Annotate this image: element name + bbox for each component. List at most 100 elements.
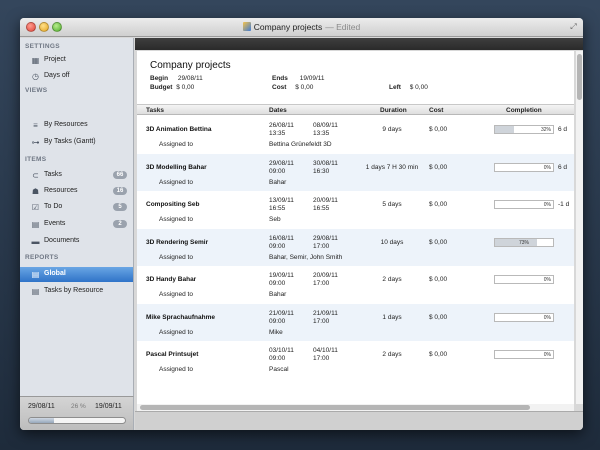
task-completion-bar: 0% — [494, 350, 554, 359]
sidebar-item-global[interactable]: ▤ Global — [20, 267, 133, 282]
task-end: 20/09/11 16:55 — [313, 197, 353, 213]
column-header-dates[interactable]: Dates — [269, 107, 287, 114]
clock-icon: ◷ — [32, 72, 39, 81]
content-footer — [135, 411, 583, 430]
tasks-count-badge: 66 — [113, 171, 127, 179]
sidebar-item-by-tasks-gantt[interactable]: ⊶ By Tasks (Gantt) — [20, 135, 133, 150]
report-icon: ▤ — [31, 287, 40, 296]
task-duration: 2 days — [382, 351, 402, 358]
task-end-date: 30/08/11 — [313, 159, 338, 167]
task-remaining: -1 d — [558, 201, 570, 208]
task-cost: $ 0,00 — [429, 313, 448, 321]
task-end-date: 29/08/11 — [313, 234, 338, 242]
task-completion-bar: 0% — [494, 200, 554, 209]
table-header: Tasks Dates Duration Cost Completion — [137, 104, 574, 115]
tree-icon: ⊶ — [31, 138, 40, 147]
task-start: 03/10/11 09:00 — [269, 347, 309, 363]
task-completion-text: 32% — [540, 127, 551, 133]
calendar-icon: ▤ — [31, 220, 40, 229]
vertical-scroll-thumb[interactable] — [577, 54, 582, 100]
table-row[interactable]: 3D Handy Bahar Assigned to 19/09/11 09:00 20… — [137, 266, 574, 303]
task-end-time: 17:00 — [313, 242, 330, 250]
task-assignees: Bettina Grünefeldt 3D — [269, 141, 332, 148]
task-start-time: 09:00 — [269, 355, 286, 362]
task-assignees: Mike — [269, 328, 283, 336]
task-start-time: 09:00 — [269, 317, 286, 325]
task-end-time: 13:35 — [313, 130, 330, 137]
task-name: 3D Handy Bahar — [146, 276, 197, 283]
sidebar-item-events[interactable]: ▤ Events 2 — [20, 217, 133, 232]
task-duration: 9 days — [382, 126, 402, 133]
meta-begin: Begin 29/08/11 — [150, 75, 203, 82]
task-cost: $ 0,00 — [429, 126, 448, 133]
task-duration: 2 days — [382, 276, 402, 283]
sidebar: SETTINGS ▦ Project ◷ Days off VIEWS ≡ By… — [20, 38, 134, 396]
column-header-tasks[interactable]: Tasks — [146, 107, 164, 114]
footer-start-date: 29/08/11 — [28, 403, 55, 410]
task-completion-text: 0% — [543, 202, 551, 208]
task-duration: 10 days — [380, 238, 404, 246]
task-assignees: Bahar — [269, 178, 287, 186]
task-start-date: 13/09/11 — [269, 197, 294, 204]
meta-budget: Budget $ 0,00 — [150, 84, 195, 91]
checkbox-icon: ☑ — [31, 203, 40, 212]
task-duration: 1 days 7 H 30 min — [365, 163, 419, 171]
table-row[interactable]: 3D Animation Bettina Assigned to 26/08/11 1… — [137, 116, 574, 153]
events-count-badge: 2 — [113, 220, 127, 228]
task-start: 29/08/11 09:00 — [269, 160, 309, 176]
vertical-scrollbar[interactable] — [576, 51, 583, 404]
task-end-time: 17:00 — [313, 280, 330, 287]
task-assignees: Pascal — [269, 366, 289, 373]
sidebar-item-days-off[interactable]: ◷ Days off — [20, 69, 133, 84]
task-end: 20/09/11 17:00 — [313, 272, 353, 288]
table-row[interactable]: 3D Modelling Bahar Assigned to 29/08/11 09:… — [137, 153, 574, 191]
table-row[interactable]: Mike Sprachaufnahme Assigned to 21/09/11 09… — [137, 303, 574, 341]
task-end-time: 16:30 — [313, 167, 330, 175]
horizontal-scroll-thumb[interactable] — [140, 405, 530, 410]
column-header-duration[interactable]: Duration — [380, 107, 407, 114]
fullscreen-icon[interactable]: ⤢ — [569, 22, 578, 31]
task-start-date: 19/09/11 — [269, 272, 294, 279]
meta-cost: Cost $ 0,00 — [272, 84, 314, 91]
sidebar-item-to-do[interactable]: ☑ To Do 5 — [20, 200, 133, 215]
task-start-time: 09:00 — [269, 280, 286, 287]
assigned-to-label: Assigned to — [159, 141, 193, 148]
task-start: 13/09/11 16:55 — [269, 197, 309, 213]
sidebar-section-settings: SETTINGS — [25, 43, 60, 50]
task-start: 21/09/11 09:00 — [269, 310, 309, 326]
sidebar-item-documents[interactable]: ▬ Documents — [20, 234, 133, 249]
column-header-cost[interactable]: Cost — [429, 107, 443, 114]
task-cost: $ 0,00 — [429, 201, 448, 208]
task-end: 30/08/11 16:30 — [313, 160, 353, 176]
table-row[interactable]: Compositing Seb Assigned to 13/09/11 16:55 2… — [137, 191, 574, 228]
horizontal-scrollbar[interactable] — [137, 404, 574, 411]
column-header-completion[interactable]: Completion — [506, 107, 542, 114]
table-row[interactable]: 3D Rendering Semir Assigned to 16/08/11 09:… — [137, 228, 574, 266]
sidebar-item-by-resources[interactable]: ≡ By Resources — [20, 118, 133, 133]
footer-end-date: 19/09/11 — [95, 403, 122, 410]
sidebar-item-tasks[interactable]: ⊂ Tasks 66 — [20, 168, 133, 183]
task-duration: 5 days — [382, 201, 402, 208]
task-start-time: 09:00 — [269, 242, 286, 250]
task-cost: $ 0,00 — [429, 238, 448, 246]
task-start: 16/08/11 09:00 — [269, 235, 309, 251]
content-toolbar — [135, 38, 583, 50]
task-end: 04/10/11 17:00 — [313, 347, 353, 363]
project-progress-fill — [29, 418, 54, 423]
task-completion-bar: 0% — [494, 275, 554, 284]
report-icon: ▤ — [31, 270, 40, 279]
task-assignees: Bahar, Semir, John Smith — [269, 253, 343, 261]
assigned-to-label: Assigned to — [159, 216, 193, 223]
title-bar: Company projects — Edited ⤢ — [20, 18, 583, 37]
table-row[interactable]: Pascal Printsujet Assigned to 03/10/11 09:0… — [137, 341, 574, 378]
task-start-date: 29/08/11 — [269, 159, 294, 167]
sidebar-item-tasks-by-resource[interactable]: ▤ Tasks by Resource — [20, 284, 133, 299]
sidebar-section-views: VIEWS — [25, 87, 48, 94]
task-cost: $ 0,00 — [429, 163, 448, 171]
people-icon: ☗ — [31, 187, 40, 196]
sidebar-footer: 29/08/11 26 % 19/09/11 — [20, 396, 134, 430]
task-start-time: 09:00 — [269, 167, 286, 175]
sidebar-item-project[interactable]: ▦ Project — [20, 53, 133, 68]
sidebar-item-resources[interactable]: ☗ Resources 16 — [20, 184, 133, 199]
task-remaining: 6 d — [558, 126, 568, 133]
